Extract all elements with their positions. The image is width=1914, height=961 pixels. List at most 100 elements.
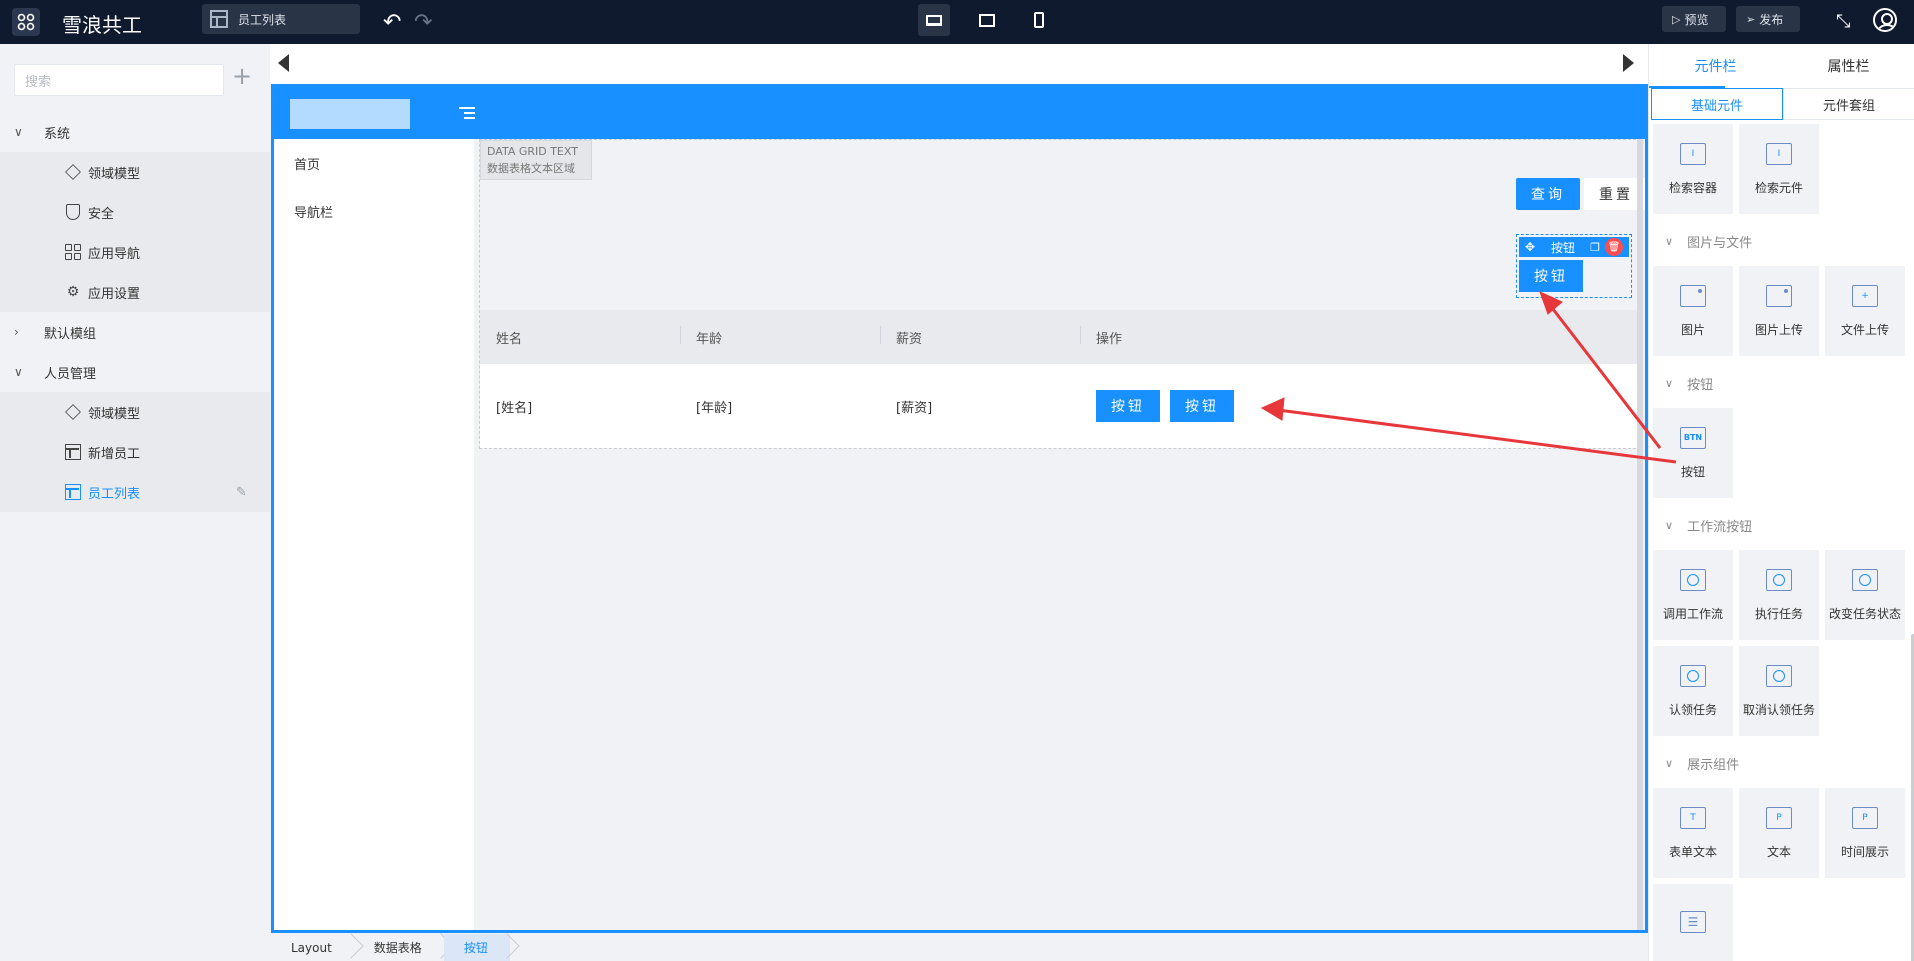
subtab-basic[interactable]: 基础元件 — [1651, 88, 1783, 120]
undo-icon[interactable]: ↶ — [383, 10, 401, 35]
tree-group-system[interactable]: ∨ 系统 — [0, 112, 270, 152]
tree-item-domain-model[interactable]: 领域模型 — [0, 152, 270, 192]
table-header: 姓名 年龄 薪资 操作 — [480, 310, 1640, 364]
tab-properties[interactable]: 属性栏 — [1782, 44, 1914, 88]
section-title: 按钮 — [1687, 377, 1714, 393]
design-canvas[interactable]: 首页 导航栏 DATA GRID TEXT 数据表格文本区域 查询 重置 ✥ 按… — [271, 84, 1648, 933]
apps-icon[interactable] — [12, 8, 40, 36]
move-icon[interactable]: ✥ — [1519, 240, 1541, 254]
tree-item-add-employee[interactable]: 新增员工 — [0, 432, 270, 472]
copy-icon[interactable]: ❐ — [1585, 241, 1605, 254]
component-label: 检索容器 — [1668, 180, 1717, 195]
breadcrumb-button[interactable]: 按钮 — [443, 934, 510, 961]
preview-button[interactable]: ▷ 预览 — [1662, 6, 1726, 32]
button-components: BTN 按钮 — [1649, 406, 1914, 502]
component-label: 图片 — [1680, 322, 1705, 337]
cube-icon — [64, 403, 82, 421]
desktop-icon — [926, 14, 942, 26]
tree-item-domain-model-2[interactable]: 领域模型 — [0, 392, 270, 432]
selection-label: 按钮 — [1550, 240, 1575, 255]
component-call-workflow[interactable]: 调用工作流 — [1653, 550, 1733, 640]
tree-group-hr[interactable]: ∨ 人员管理 — [0, 352, 270, 392]
component-image-upload[interactable]: 图片上传 — [1739, 266, 1819, 356]
fullscreen-icon[interactable]: ⤡ — [1836, 11, 1850, 32]
tree-group-default[interactable]: › 默认模组 — [0, 312, 270, 352]
component-file-upload[interactable]: + 文件上传 — [1825, 266, 1905, 356]
component-button[interactable]: BTN 按钮 — [1653, 408, 1733, 498]
scroll-right-icon[interactable] — [1623, 54, 1634, 72]
workflow-icon — [1766, 568, 1792, 591]
tree-group-label: 默认模组 — [44, 326, 97, 342]
component-text[interactable]: P 文本 — [1739, 788, 1819, 878]
component-search-element[interactable]: I 检索元件 — [1739, 124, 1819, 214]
component-label: 时间展示 — [1840, 844, 1889, 859]
component-label: 按钮 — [1680, 464, 1705, 479]
selected-button[interactable]: 按钮 — [1519, 260, 1583, 292]
search-element-icon: I — [1766, 142, 1792, 165]
component-change-task-status[interactable]: 改变任务状态 — [1825, 550, 1905, 640]
preview-header — [274, 87, 1645, 139]
component-search-container[interactable]: I 检索容器 — [1653, 124, 1733, 214]
cell-name: [姓名] — [496, 400, 533, 416]
component-claim-task[interactable]: 认领任务 — [1653, 646, 1733, 736]
layout-icon — [210, 10, 228, 28]
tree-item-label: 领域模型 — [88, 406, 141, 422]
section-workflow-buttons[interactable]: ∨ 工作流按钮 — [1649, 502, 1914, 548]
page-selector[interactable]: 员工列表 — [202, 4, 360, 34]
component-palette: I 检索容器 I 检索元件 ∨ 图片与文件 图片 图片上传 + 文件上传 ∨ 按钮 BTN… — [1649, 124, 1914, 961]
subtab-suite[interactable]: 元件套组 — [1783, 88, 1914, 120]
breadcrumb-data-grid[interactable]: 数据表格 — [354, 934, 444, 961]
component-image[interactable]: 图片 — [1653, 266, 1733, 356]
user-icon[interactable] — [1873, 8, 1897, 32]
redo-icon[interactable]: ↷ — [414, 10, 432, 35]
query-button[interactable]: 查询 — [1516, 178, 1580, 210]
nav-item-navbar[interactable]: 导航栏 — [274, 187, 474, 235]
section-display[interactable]: ∨ 展示组件 — [1649, 740, 1914, 786]
search-input[interactable]: 搜索 — [14, 64, 224, 96]
selected-component[interactable]: ✥ 按钮 ❐ 🗑 按钮 — [1516, 234, 1632, 298]
app-title: 雪浪共工 — [62, 13, 142, 37]
menu-fold-icon[interactable] — [459, 107, 475, 121]
edit-icon[interactable]: ✎ — [236, 485, 247, 500]
play-icon: ▷ — [1672, 12, 1681, 26]
component-unclaim-task[interactable]: 取消认领任务 — [1739, 646, 1819, 736]
breadcrumb-layout[interactable]: Layout — [271, 934, 354, 961]
scroll-left-icon[interactable] — [278, 54, 289, 72]
data-grid[interactable]: DATA GRID TEXT 数据表格文本区域 查询 重置 ✥ 按钮 ❐ 🗑 按… — [479, 139, 1645, 449]
section-buttons[interactable]: ∨ 按钮 — [1649, 360, 1914, 406]
desktop-view-button[interactable] — [918, 4, 950, 36]
add-icon[interactable]: + — [232, 62, 252, 90]
component-subtabs: 基础元件 元件套组 — [1651, 88, 1914, 120]
component-label: 改变任务状态 — [1828, 606, 1901, 621]
mobile-view-button[interactable] — [1023, 4, 1055, 36]
data-grid-tag: DATA GRID TEXT 数据表格文本区域 — [480, 140, 592, 180]
tree-group-label: 人员管理 — [44, 366, 97, 382]
component-execute-task[interactable]: 执行任务 — [1739, 550, 1819, 640]
chevron-down-icon: ∨ — [14, 125, 23, 139]
column-header-salary: 薪资 — [880, 325, 1080, 347]
tree-item-app-nav[interactable]: 应用导航 — [0, 232, 270, 272]
chevron-down-icon: ∨ — [1665, 376, 1674, 390]
tablet-icon — [979, 13, 995, 27]
component-list[interactable] — [1653, 884, 1733, 961]
row-action-button[interactable]: 按钮 — [1170, 390, 1234, 422]
send-icon: ➢ — [1746, 12, 1756, 26]
delete-icon[interactable]: 🗑 — [1605, 238, 1623, 256]
component-form-text[interactable]: T 表单文本 — [1653, 788, 1733, 878]
tab-components[interactable]: 元件栏 — [1649, 44, 1782, 88]
tree-item-employee-list[interactable]: 员工列表 ✎ — [0, 472, 270, 512]
section-title: 图片与文件 — [1687, 235, 1753, 251]
canvas-scrollbar[interactable] — [1637, 139, 1643, 930]
component-time-display[interactable]: P 时间展示 — [1825, 788, 1905, 878]
logo-placeholder — [290, 99, 410, 129]
tree-item-app-settings[interactable]: ⚙ 应用设置 — [0, 272, 270, 312]
row-action-button[interactable]: 按钮 — [1096, 390, 1160, 422]
nav-item-home[interactable]: 首页 — [274, 139, 474, 187]
tree-item-security[interactable]: 安全 — [0, 192, 270, 232]
data-grid-tag-cn: 数据表格文本区域 — [487, 162, 575, 175]
section-images[interactable]: ∨ 图片与文件 — [1649, 218, 1914, 264]
publish-button[interactable]: ➢ 发布 — [1736, 6, 1800, 32]
component-label: 认领任务 — [1668, 702, 1717, 717]
tablet-view-button[interactable] — [971, 4, 1003, 36]
image-upload-icon — [1766, 284, 1792, 307]
